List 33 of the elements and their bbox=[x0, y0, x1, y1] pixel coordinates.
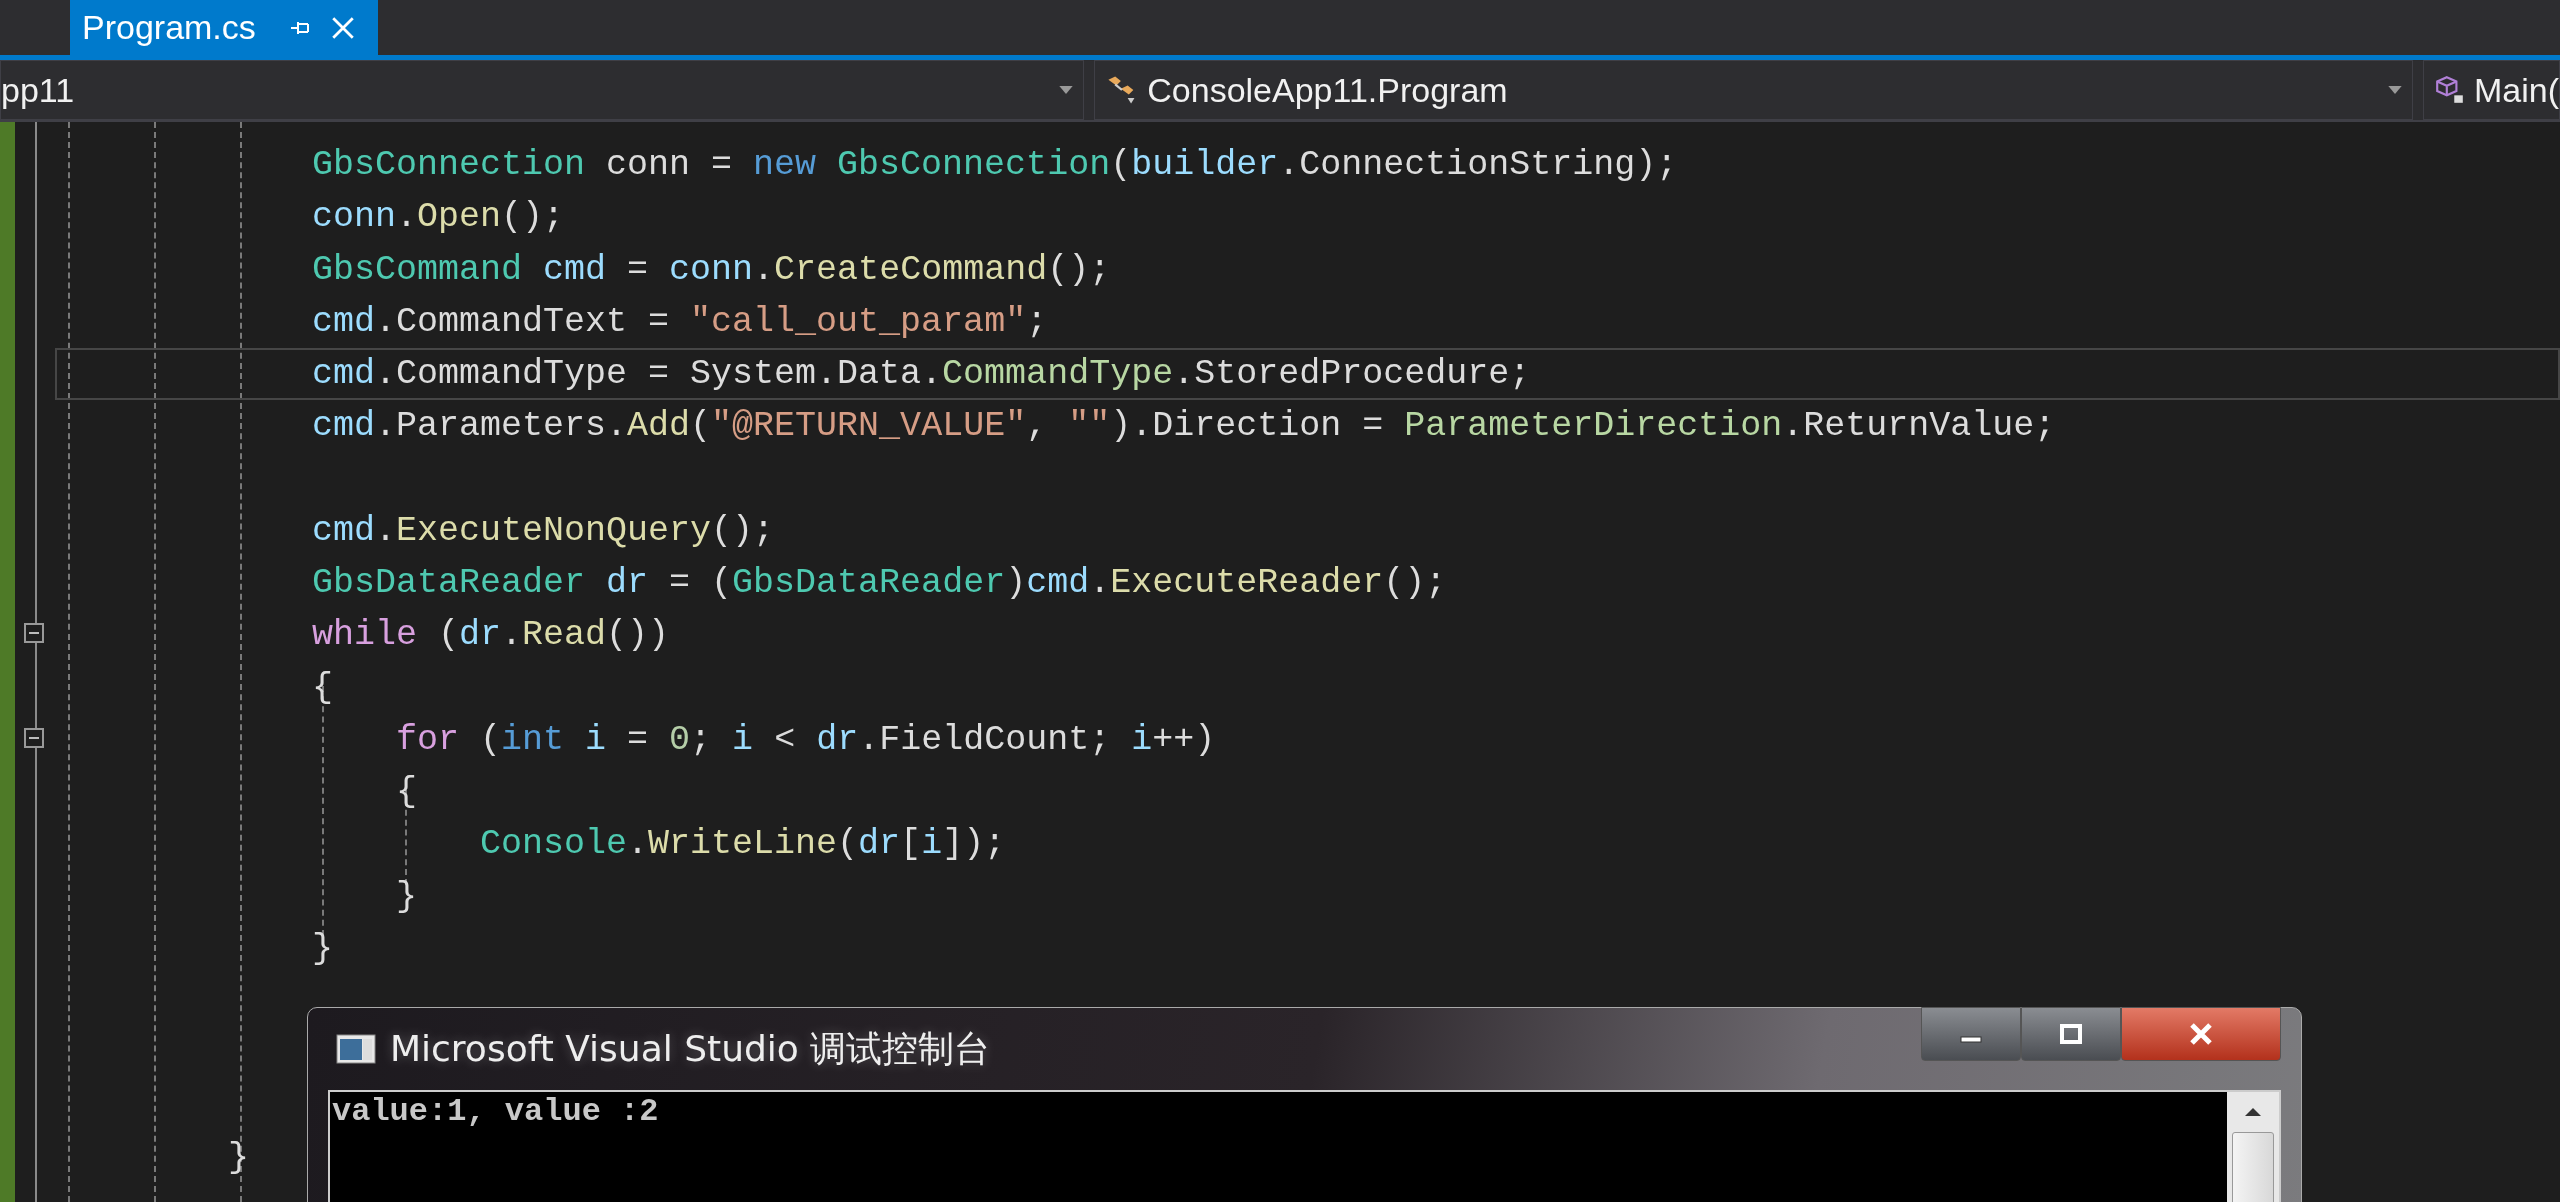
caret-icon bbox=[2387, 86, 2402, 94]
code-line: for (int i = 0; i < dr.FieldCount; i++) bbox=[396, 718, 1216, 762]
minimize-icon bbox=[1960, 1035, 1982, 1043]
code-line: GbsConnection conn = new GbsConnection(builder.ConnectionString); bbox=[312, 144, 1678, 187]
code-line: { bbox=[312, 666, 333, 710]
code-line: GbsDataReader dr = (GbsDataReader)cmd.ExecuteReader(); bbox=[312, 562, 1447, 605]
caret-icon bbox=[1059, 86, 1074, 94]
scroll-up-icon[interactable] bbox=[2243, 1106, 2263, 1118]
code-line: cmd.Parameters.Add("@RETURN_VALUE", "").Direction = ParameterDirection.ReturnValue; bbox=[312, 405, 2056, 449]
collapse-toggle[interactable] bbox=[24, 727, 44, 748]
project-dropdown[interactable]: pp11 bbox=[0, 60, 1085, 120]
code-line: cmd.CommandText = "call_out_param"; bbox=[312, 300, 1048, 344]
code-line: conn.Open(); bbox=[312, 196, 565, 240]
file-tab[interactable]: Program.cs bbox=[70, 0, 378, 55]
console-icon bbox=[336, 1034, 376, 1064]
code-line: } bbox=[312, 927, 333, 971]
member-dropdown[interactable]: Main( bbox=[2422, 60, 2560, 120]
maximize-button[interactable] bbox=[2021, 1007, 2121, 1061]
code-line: } bbox=[228, 1136, 249, 1180]
cube-icon bbox=[2433, 74, 2466, 106]
close-button[interactable] bbox=[2121, 1007, 2281, 1061]
collapse-toggle[interactable] bbox=[24, 623, 44, 644]
code-line: { bbox=[396, 771, 417, 814]
scrollbar[interactable] bbox=[2227, 1092, 2279, 1202]
window-title: Microsoft Visual Studio 调试控制台 bbox=[390, 1026, 991, 1071]
code-line: while (dr.Read()) bbox=[312, 614, 670, 658]
console-output: value:1, value :2 bbox=[331, 1092, 660, 1132]
code-line: cmd.CommandType = System.Data.CommandType.StoredProcedure; bbox=[312, 353, 1531, 396]
code-line: Console.WriteLine(dr[i]); bbox=[480, 823, 1006, 867]
code-line: GbsCommand cmd = conn.CreateCommand(); bbox=[312, 248, 1111, 292]
type-dropdown[interactable]: ConsoleApp11.Program bbox=[1094, 60, 2413, 120]
code-line: cmd.ExecuteNonQuery(); bbox=[312, 509, 775, 553]
code-line: } bbox=[396, 875, 417, 919]
